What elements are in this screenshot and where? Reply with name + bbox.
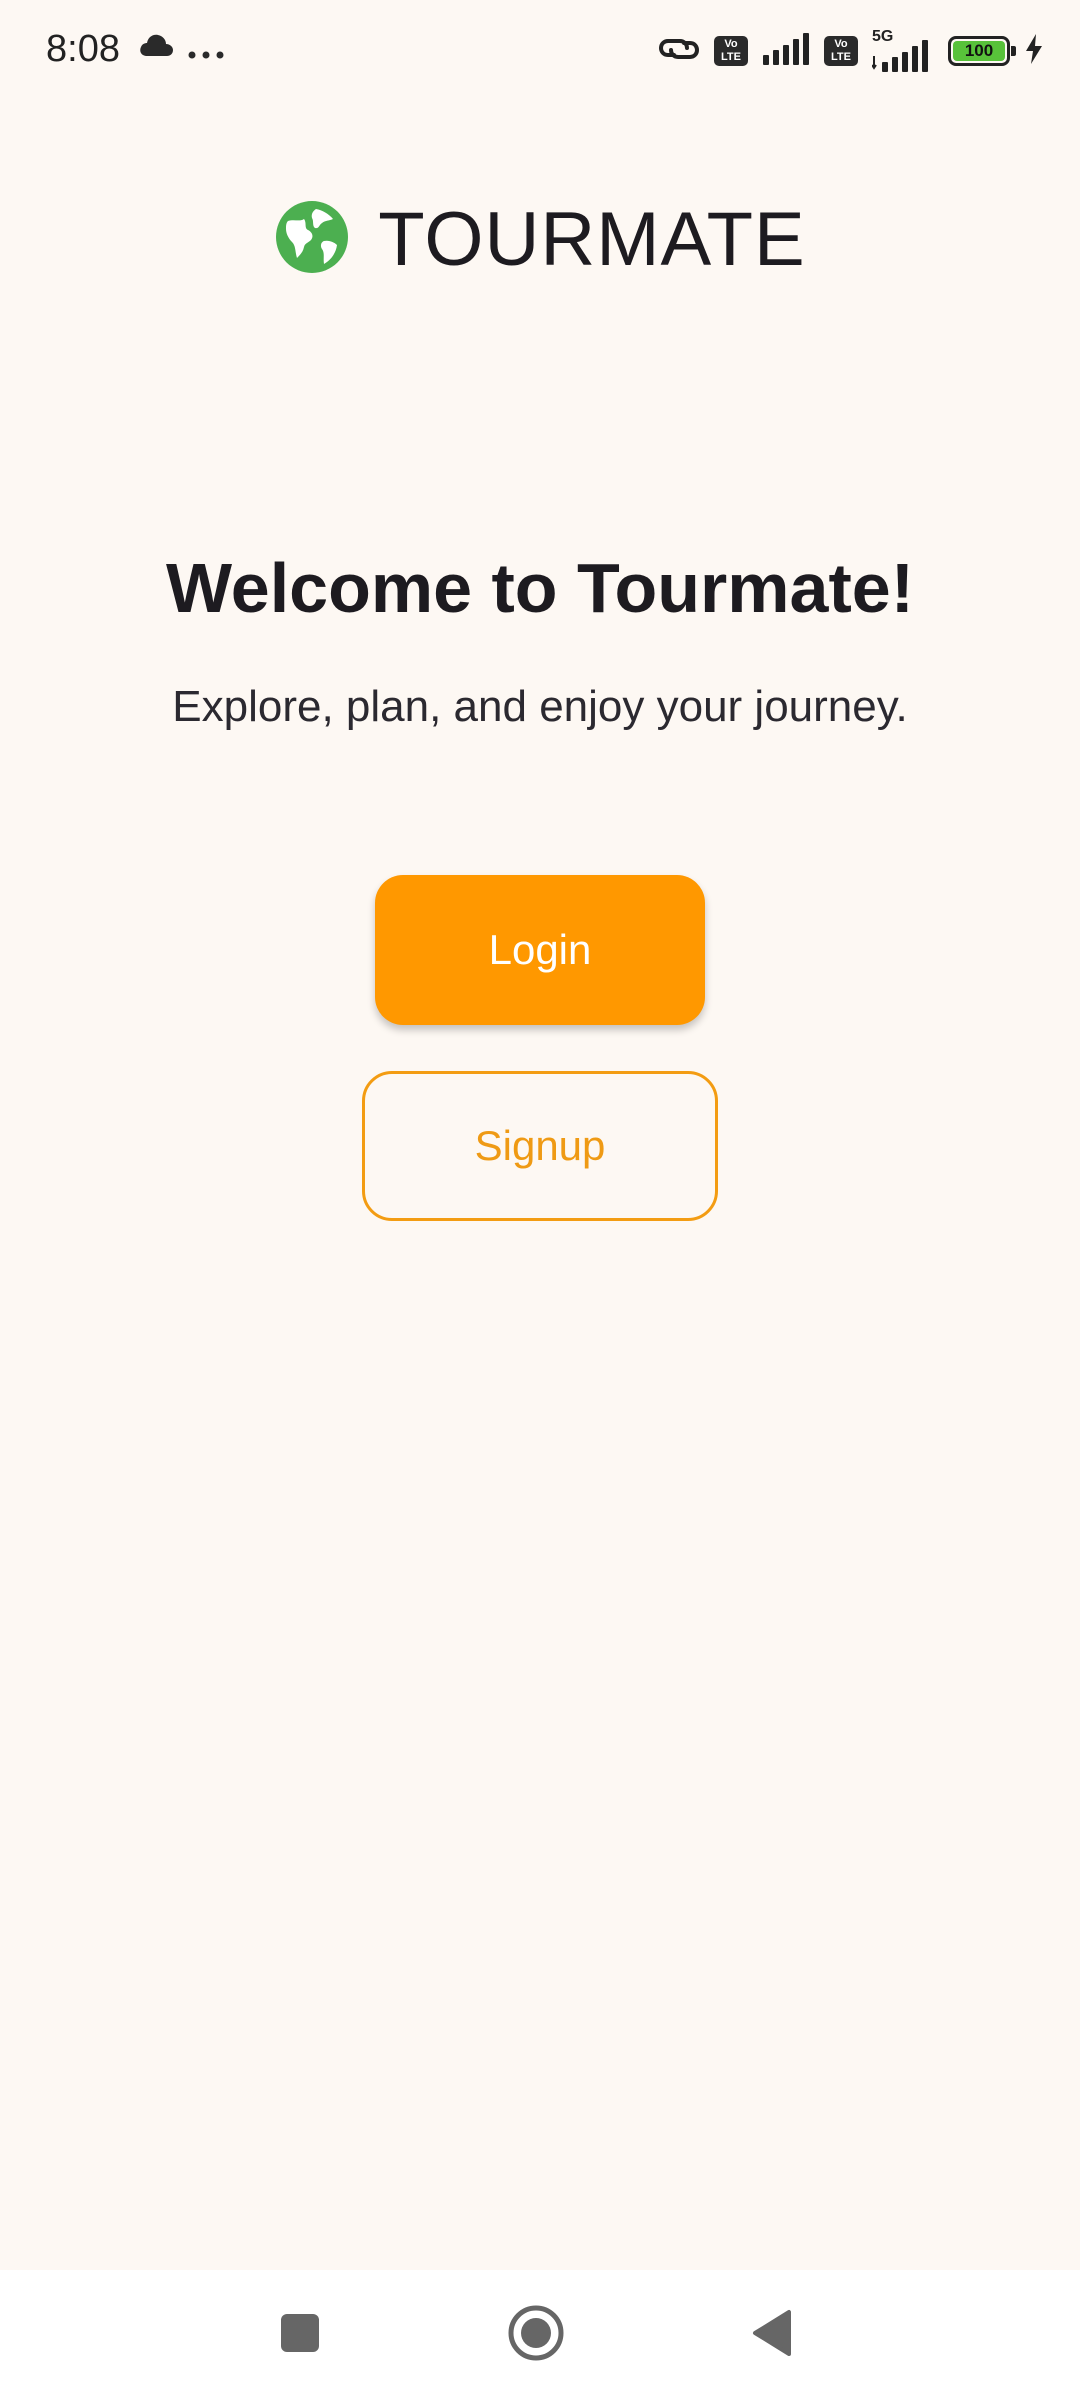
globe-icon bbox=[274, 199, 350, 280]
volte-label-bottom-2: LTE bbox=[831, 51, 851, 63]
recents-square-icon bbox=[280, 2313, 320, 2358]
volte-label-top-2: Vo bbox=[834, 38, 848, 50]
status-time: 8:08 bbox=[46, 28, 120, 70]
volte-icon-2: Vo LTE bbox=[824, 36, 858, 66]
5g-signal-icon: 5G bbox=[872, 28, 934, 72]
volte-label-top: Vo bbox=[724, 38, 738, 50]
welcome-tagline: Explore, plan, and enjoy your journey. bbox=[172, 682, 908, 731]
system-nav-bar bbox=[0, 2270, 1080, 2400]
battery-level: 100 bbox=[953, 41, 1005, 61]
status-bar: 8:08 Vo LTE Vo LTE 5G 100 bbox=[0, 0, 1080, 100]
login-button[interactable]: Login bbox=[375, 875, 705, 1025]
cloud-icon bbox=[138, 32, 174, 63]
signal-icon bbox=[762, 32, 810, 70]
volte-icon: Vo LTE bbox=[714, 36, 748, 66]
home-button[interactable] bbox=[466, 2270, 606, 2400]
charging-icon bbox=[1024, 33, 1044, 69]
volte-label-bottom: LTE bbox=[721, 51, 741, 63]
recents-button[interactable] bbox=[230, 2270, 370, 2400]
battery-icon: 100 bbox=[948, 36, 1016, 66]
signup-button[interactable]: Signup bbox=[362, 1071, 718, 1221]
brand-header: TOURMATE bbox=[0, 196, 1080, 283]
back-triangle-icon bbox=[751, 2309, 793, 2362]
back-button[interactable] bbox=[702, 2270, 842, 2400]
app-screen: 8:08 Vo LTE Vo LTE 5G 100 TOURMATE Welco… bbox=[0, 0, 1080, 2400]
status-icons: Vo LTE Vo LTE 5G 100 bbox=[658, 28, 1044, 72]
app-title: TOURMATE bbox=[378, 197, 806, 282]
link-icon bbox=[658, 33, 700, 70]
home-circle-icon bbox=[507, 2304, 565, 2367]
more-dots-icon bbox=[188, 46, 224, 64]
welcome-heading: Welcome to Tourmate! bbox=[165, 549, 915, 627]
